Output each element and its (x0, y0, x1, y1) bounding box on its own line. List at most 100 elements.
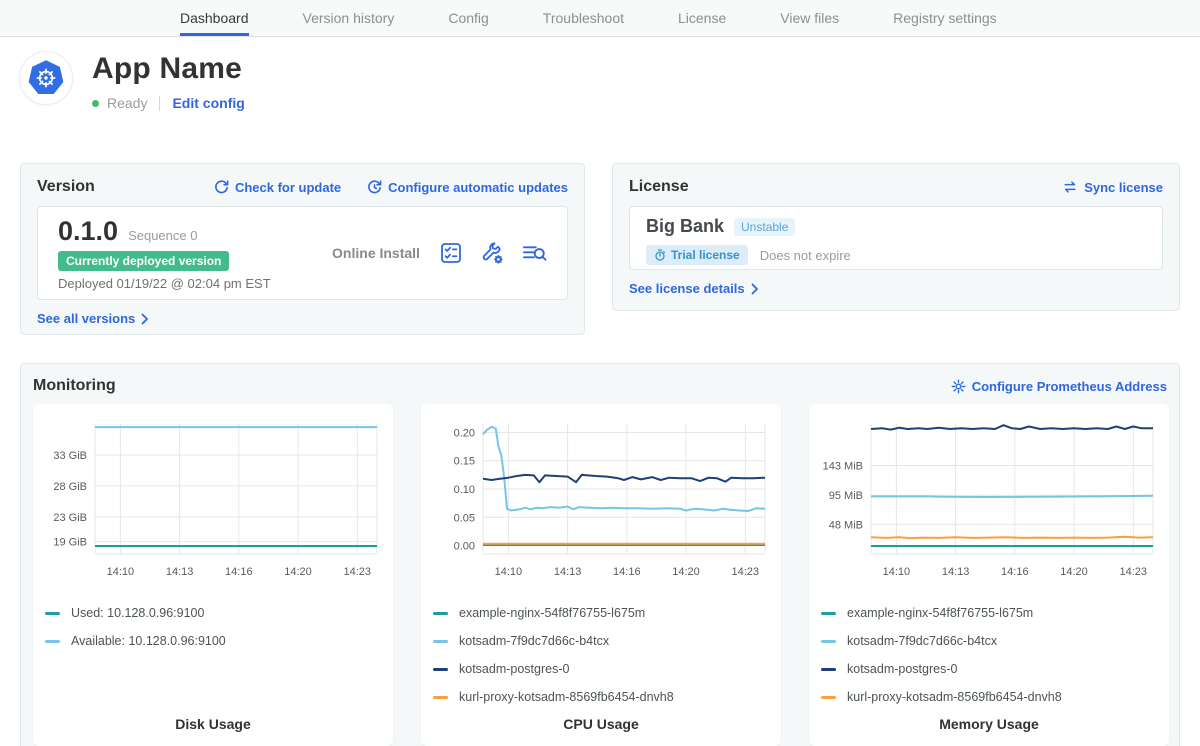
clock-refresh-icon (367, 180, 382, 195)
svg-text:19 GiB: 19 GiB (53, 537, 87, 549)
svg-text:14:20: 14:20 (672, 566, 700, 578)
tab-dashboard[interactable]: Dashboard (180, 0, 249, 36)
license-summary-card: Big Bank Unstable Trial license Does not… (629, 206, 1163, 270)
memory-usage-chart: 14:1014:1314:1614:2014:2348 MiB95 MiB143… (821, 414, 1157, 587)
svg-text:14:13: 14:13 (942, 566, 970, 578)
svg-text:14:16: 14:16 (613, 566, 641, 578)
top-nav: Dashboard Version history Config Trouble… (0, 0, 1200, 37)
legend-swatch (821, 668, 836, 671)
app-status: Ready (107, 95, 147, 111)
tab-view-files[interactable]: View files (780, 0, 839, 36)
tab-troubleshoot[interactable]: Troubleshoot (543, 0, 624, 36)
legend-label: kurl-proxy-kotsadm-8569fb6454-dnvh8 (847, 690, 1062, 704)
memory-usage-card: 14:1014:1314:1614:2014:2348 MiB95 MiB143… (809, 404, 1169, 746)
cpu-usage-chart: 14:1014:1314:1614:2014:230.000.050.100.1… (433, 414, 769, 587)
legend-item: kotsadm-postgres-0 (433, 655, 769, 683)
stopwatch-icon (654, 249, 666, 261)
legend-item: kurl-proxy-kotsadm-8569fb6454-dnvh8 (433, 683, 769, 711)
sync-icon (1062, 180, 1078, 194)
current-version-card: 0.1.0 Sequence 0 Currently deployed vers… (37, 206, 568, 300)
svg-text:143 MiB: 143 MiB (823, 460, 863, 472)
svg-text:14:10: 14:10 (107, 566, 135, 578)
legend-swatch (45, 612, 60, 615)
see-all-versions-link[interactable]: See all versions (37, 311, 149, 326)
legend-item: Used: 10.128.0.96:9100 (45, 599, 381, 627)
divider (159, 96, 160, 111)
channel-badge: Unstable (734, 218, 795, 236)
chevron-right-icon (141, 313, 149, 325)
svg-text:14:10: 14:10 (883, 566, 911, 578)
svg-text:23 GiB: 23 GiB (53, 512, 87, 524)
legend-label: kotsadm-7f9dc7d66c-b4tcx (847, 634, 997, 648)
cpu-usage-card: 14:1014:1314:1614:2014:230.000.050.100.1… (421, 404, 781, 746)
svg-text:0.05: 0.05 (454, 512, 475, 524)
cards-row: Version Check for update Configure autom… (0, 163, 1200, 335)
trial-license-badge: Trial license (646, 245, 748, 265)
deployed-badge: Currently deployed version (58, 251, 229, 271)
svg-text:14:16: 14:16 (225, 566, 253, 578)
expiry-text: Does not expire (760, 248, 851, 263)
refresh-icon (214, 180, 229, 195)
tab-config[interactable]: Config (448, 0, 488, 36)
license-card: License Sync license Big Bank Unstable (612, 163, 1180, 311)
sync-license-link[interactable]: Sync license (1062, 180, 1163, 195)
chevron-right-icon (751, 283, 759, 295)
check-for-update-link[interactable]: Check for update (214, 180, 341, 195)
tab-registry-settings[interactable]: Registry settings (893, 0, 996, 36)
svg-text:48 MiB: 48 MiB (829, 519, 863, 531)
svg-text:14:10: 14:10 (495, 566, 523, 578)
svg-text:0.15: 0.15 (454, 456, 475, 468)
preflight-checklist-icon[interactable] (439, 241, 463, 265)
legend-swatch (433, 668, 448, 671)
tab-version-history[interactable]: Version history (303, 0, 395, 36)
customer-name: Big Bank (646, 216, 724, 237)
legend-swatch (821, 696, 836, 699)
monitoring-title: Monitoring (33, 377, 116, 395)
app-header: App Name Ready Edit config (0, 37, 1200, 140)
legend-swatch (433, 640, 448, 643)
svg-text:0.20: 0.20 (454, 427, 475, 439)
kubernetes-logo-icon (20, 52, 72, 104)
chart-title: Memory Usage (821, 716, 1157, 732)
configure-automatic-updates-link[interactable]: Configure automatic updates (367, 180, 568, 195)
svg-text:14:23: 14:23 (343, 566, 371, 578)
tab-license[interactable]: License (678, 0, 726, 36)
legend-label: kotsadm-7f9dc7d66c-b4tcx (459, 634, 609, 648)
legend-item: kurl-proxy-kotsadm-8569fb6454-dnvh8 (821, 683, 1157, 711)
legend-swatch (821, 640, 836, 643)
svg-text:14:23: 14:23 (1119, 566, 1147, 578)
chart-title: CPU Usage (433, 716, 769, 732)
wrench-gear-icon[interactable] (481, 242, 504, 265)
legend-item: Available: 10.128.0.96:9100 (45, 627, 381, 655)
sequence-label: Sequence 0 (128, 228, 197, 243)
svg-text:95 MiB: 95 MiB (829, 490, 863, 502)
edit-config-link[interactable]: Edit config (172, 95, 244, 111)
legend-swatch (433, 696, 448, 699)
version-number: 0.1.0 (58, 216, 118, 247)
legend-swatch (45, 640, 60, 643)
legend-label: example-nginx-54f8f76755-l675m (459, 606, 645, 620)
logs-search-icon[interactable] (522, 243, 547, 264)
legend-item: example-nginx-54f8f76755-l675m (433, 599, 769, 627)
svg-text:14:13: 14:13 (554, 566, 582, 578)
version-card-title: Version (37, 178, 95, 196)
legend-label: kurl-proxy-kotsadm-8569fb6454-dnvh8 (459, 690, 674, 704)
gear-icon (951, 379, 966, 394)
disk-usage-chart: 14:1014:1314:1614:2014:2319 GiB23 GiB28 … (45, 414, 381, 587)
legend-label: Available: 10.128.0.96:9100 (71, 634, 226, 648)
legend-item: kotsadm-7f9dc7d66c-b4tcx (433, 627, 769, 655)
see-license-details-link[interactable]: See license details (629, 281, 759, 296)
kots-dashboard-page: Dashboard Version history Config Trouble… (0, 0, 1200, 746)
license-card-title: License (629, 178, 689, 196)
configure-prometheus-link[interactable]: Configure Prometheus Address (951, 379, 1167, 394)
install-type-label: Online Install (313, 245, 439, 261)
chart-title: Disk Usage (45, 716, 381, 732)
legend-item: kotsadm-7f9dc7d66c-b4tcx (821, 627, 1157, 655)
legend-label: Used: 10.128.0.96:9100 (71, 606, 204, 620)
svg-text:0.00: 0.00 (454, 541, 475, 553)
legend-item: example-nginx-54f8f76755-l675m (821, 599, 1157, 627)
legend-item: kotsadm-postgres-0 (821, 655, 1157, 683)
monitoring-panel: Monitoring Configure Prometheus Address … (20, 363, 1180, 746)
disk-usage-card: 14:1014:1314:1614:2014:2319 GiB23 GiB28 … (33, 404, 393, 746)
svg-text:14:23: 14:23 (731, 566, 759, 578)
